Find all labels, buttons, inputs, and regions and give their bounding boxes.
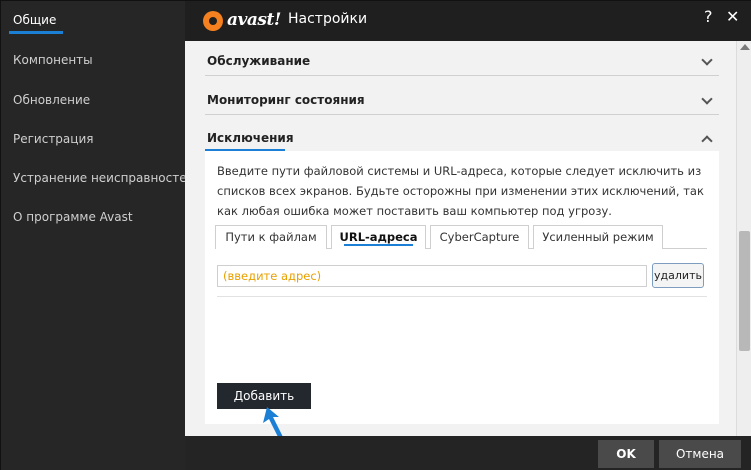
sidebar-item-about[interactable]: О программе Avast (13, 210, 133, 224)
scroll-thumb[interactable] (739, 231, 750, 351)
section-exclusions[interactable]: Исключения (205, 123, 719, 153)
pointer-arrow-icon (263, 407, 283, 439)
tab-file-paths[interactable]: Пути к файлам (215, 225, 327, 249)
scrollbar[interactable] (736, 41, 751, 436)
section-title: Мониторинг состояния (207, 93, 365, 107)
section-monitoring[interactable]: Мониторинг состояния (205, 85, 719, 115)
scroll-up-icon[interactable] (740, 44, 750, 50)
close-button[interactable]: ✕ (726, 7, 739, 26)
footer-bar: OK Отмена (185, 436, 751, 470)
settings-window: Общие Компоненты Обновление Регистрация … (0, 0, 751, 470)
sidebar: Общие Компоненты Обновление Регистрация … (1, 1, 194, 470)
sidebar-item-general[interactable]: Общие (13, 13, 56, 27)
sidebar-item-registration[interactable]: Регистрация (13, 132, 93, 146)
sidebar-item-update[interactable]: Обновление (13, 93, 90, 107)
tab-urls[interactable]: URL-адреса (331, 225, 426, 249)
help-button[interactable]: ? (704, 7, 713, 26)
tab-hardened-mode[interactable]: Усиленный режим (533, 225, 663, 249)
section-maintenance[interactable]: Обслуживание (205, 46, 719, 76)
chevron-down-icon (701, 93, 713, 105)
cancel-button[interactable]: Отмена (659, 440, 741, 468)
settings-content: Обслуживание Мониторинг состояния Исключ… (185, 41, 736, 436)
exclusions-description: Введите пути файловой системы и URL-адре… (217, 164, 704, 218)
avast-logo-icon (203, 11, 223, 31)
exclusions-tabs: Пути к файлам URL-адреса CyberCapture Ус… (215, 225, 707, 249)
divider (217, 296, 707, 297)
window-title: Настройки (288, 11, 368, 27)
avast-logo-text: avast! (227, 10, 281, 30)
section-title: Исключения (207, 131, 294, 145)
sidebar-item-components[interactable]: Компоненты (13, 53, 93, 67)
section-title: Обслуживание (207, 54, 311, 68)
tab-cybercapture[interactable]: CyberCapture (430, 225, 529, 249)
sidebar-item-troubleshooting[interactable]: Устранение неисправностей (13, 171, 194, 185)
sidebar-active-indicator (9, 31, 63, 34)
chevron-up-icon (701, 135, 713, 147)
tab-label: URL-адреса (339, 230, 418, 244)
url-input[interactable] (217, 265, 647, 287)
tab-active-indicator (344, 244, 413, 246)
chevron-down-icon (701, 54, 713, 66)
window-header: avast! Настройки ? ✕ (185, 1, 751, 41)
delete-button[interactable]: удалить (652, 263, 704, 288)
exclusions-panel: Введите пути файловой системы и URL-адре… (205, 151, 719, 424)
ok-button[interactable]: OK (598, 440, 654, 468)
